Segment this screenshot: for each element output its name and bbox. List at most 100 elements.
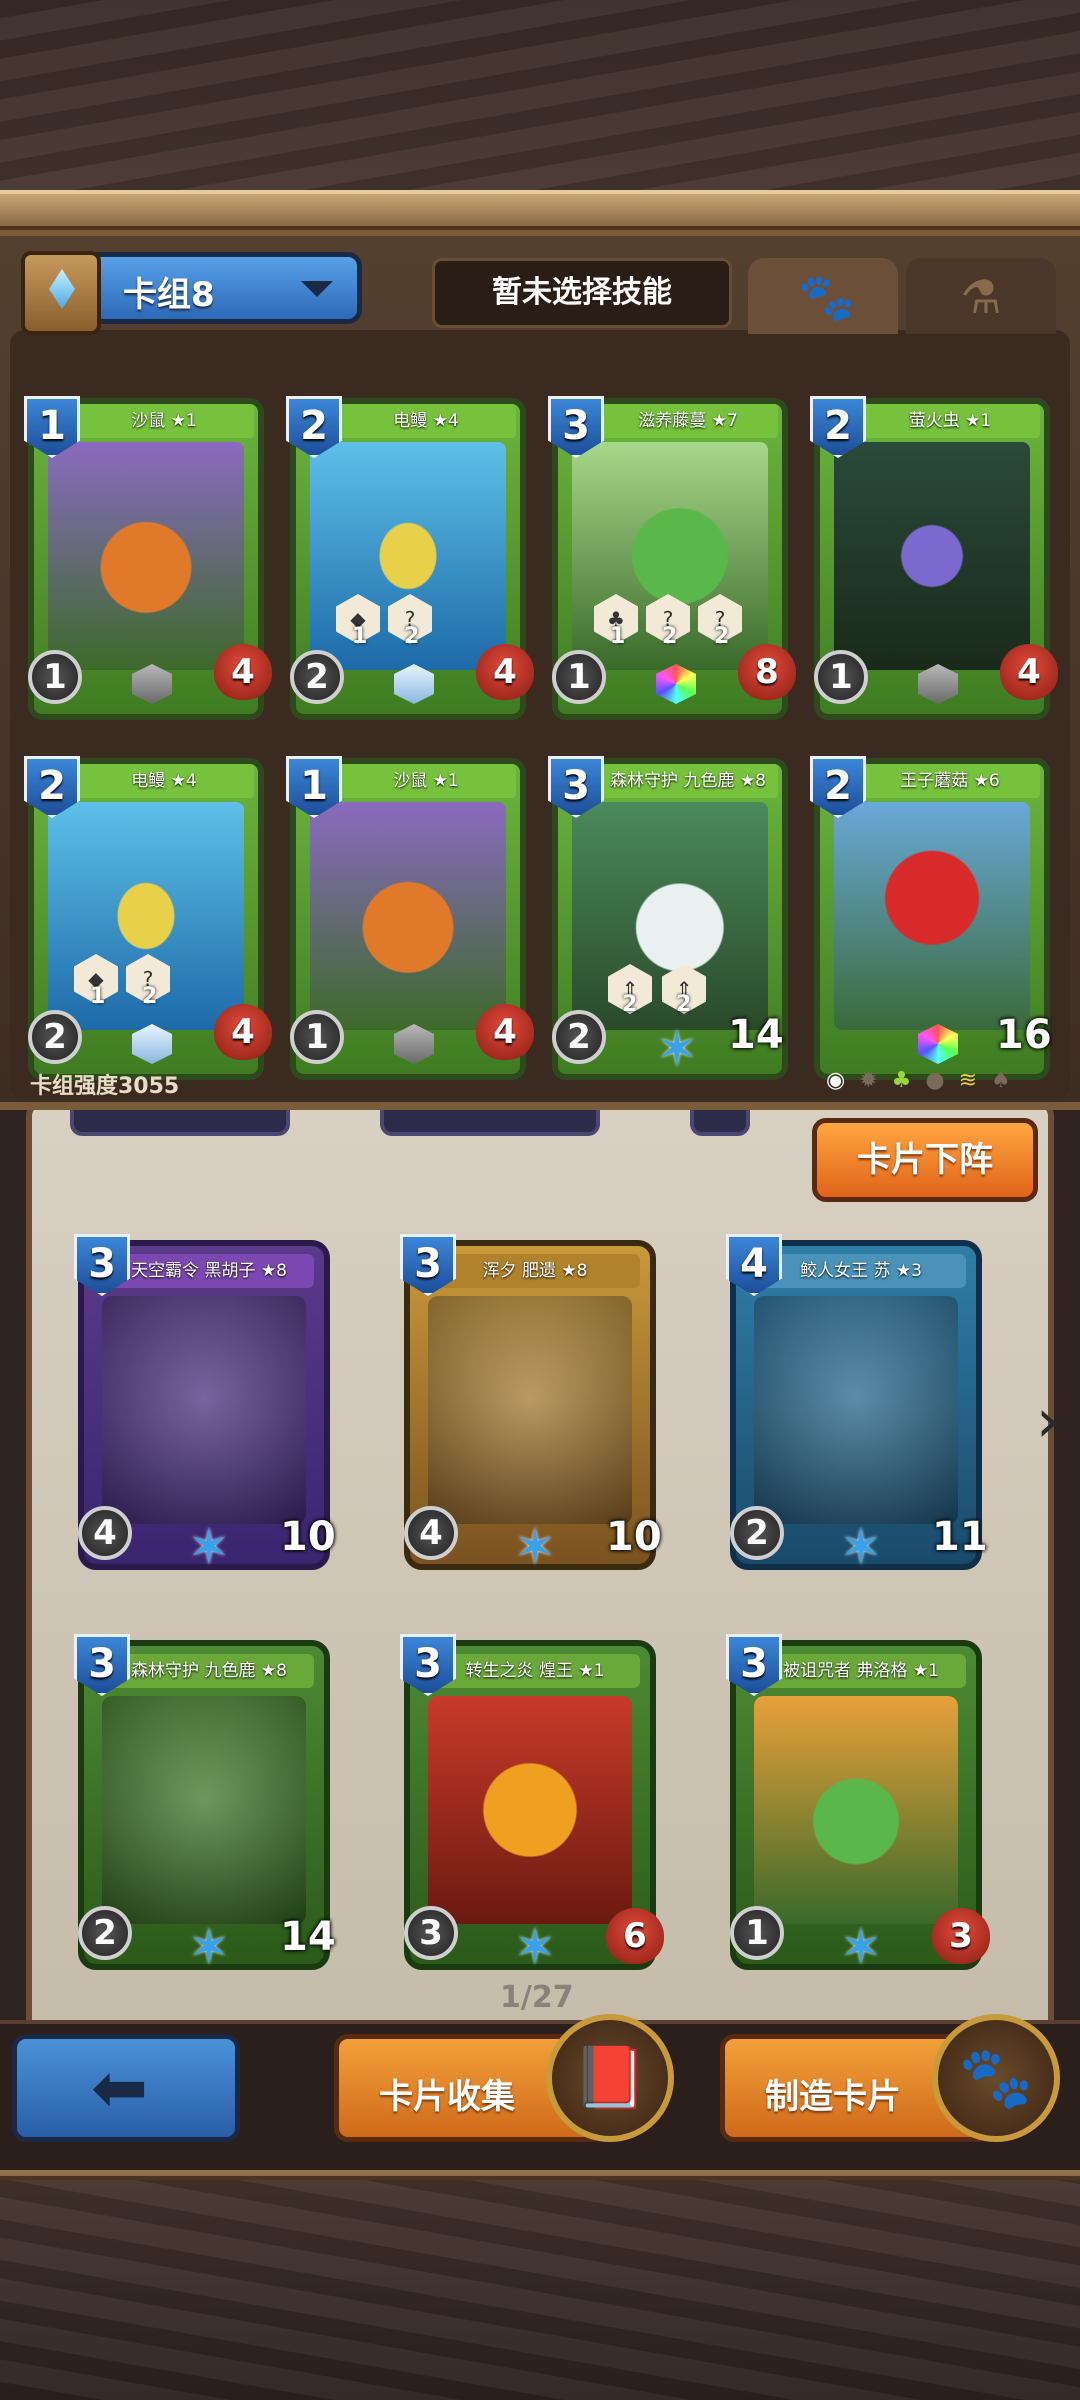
skill-count: 2 — [714, 624, 730, 649]
star-icon: ✶ — [656, 1020, 698, 1078]
card-art — [428, 1696, 632, 1924]
collection-card[interactable]: 浑夕 肥遗 ★8 3 4 ✶ 10 — [400, 1234, 662, 1572]
deck-name: 卡组8 — [123, 275, 215, 315]
card-hp: 4 — [214, 1004, 272, 1060]
card-name: 萤火虫 ★1 — [860, 404, 1040, 438]
deck-card[interactable]: 电鳗 ★4 2 ◆ 1 ? 2 2 4 — [24, 756, 272, 1080]
card-attack: 4 — [404, 1506, 458, 1560]
card-name: 森林守护 九色鹿 ★8 — [104, 1654, 314, 1688]
star-icon: ✶ — [188, 1518, 230, 1576]
card-art — [102, 1696, 306, 1924]
skill-count: 2 — [676, 992, 692, 1017]
select-skill-button[interactable]: 暂未选择技能 — [432, 258, 732, 328]
card-name: 森林守护 九色鹿 ★8 — [598, 764, 778, 798]
chevron-down-icon — [301, 281, 333, 297]
card-art — [834, 802, 1030, 1030]
card-hp: 4 — [1000, 644, 1058, 700]
filter-all-icon[interactable]: ◉ — [826, 1068, 845, 1093]
card-book-icon: 📕 — [546, 2014, 674, 2142]
card-attack: 2 — [28, 1010, 82, 1064]
top-shelf — [0, 190, 1080, 230]
next-page-arrow[interactable]: › — [1036, 1386, 1060, 1456]
skill-count: 1 — [90, 984, 106, 1009]
skill-count: 2 — [142, 984, 158, 1009]
card-art — [754, 1296, 958, 1524]
collection-card[interactable]: 鲛人女王 苏 ★3 4 2 ✶ 11 — [726, 1234, 988, 1576]
card-attack: 1 — [730, 1906, 784, 1960]
star-icon: ✶ — [188, 1918, 230, 1976]
skill-count: 1 — [610, 624, 626, 649]
rainbow-gem-icon — [656, 664, 696, 704]
card-art — [428, 1296, 632, 1524]
card-hp: 4 — [476, 1004, 534, 1060]
card-hp: 14 — [280, 1914, 336, 1960]
card-attack: 1 — [28, 650, 82, 704]
card-name: 浑夕 肥遗 ★8 — [430, 1254, 640, 1288]
card-name: 滋养藤蔓 ★7 — [598, 404, 778, 438]
paw-potion-icon: 🐾 — [932, 2014, 1060, 2142]
rainbow-gem-icon — [918, 1024, 958, 1064]
collection-card[interactable]: 天空霸令 黑胡子 ★8 3 4 ✶ 10 — [74, 1234, 336, 1576]
gray-gem-icon — [918, 664, 958, 704]
star-icon: ✶ — [840, 1518, 882, 1576]
filter-icons: ◉ ✹ ♣ ● ≋ ♠ — [826, 1068, 1011, 1093]
card-name: 天空霸令 黑胡子 ★8 — [104, 1254, 314, 1288]
card-hp: 8 — [738, 644, 796, 700]
card-art — [310, 802, 506, 1030]
deck-card[interactable]: 沙鼠 ★1 1 1 4 — [24, 396, 272, 720]
card-attack: 1 — [814, 650, 868, 704]
tab-paw[interactable]: 🐾 — [748, 258, 898, 334]
filter-plant-icon[interactable]: ♣ — [892, 1068, 912, 1093]
card-name: 电鳗 ★4 — [74, 764, 254, 798]
deck-card[interactable]: 滋养藤蔓 ★7 3 ♣ 1 ? 2 ? 2 1 8 — [548, 396, 796, 720]
back-arrow-icon: ⬅ — [91, 2049, 148, 2128]
collection-card[interactable]: 森林守护 九色鹿 ★8 3 2 ✶ 14 — [74, 1634, 336, 1976]
deck-card[interactable]: 王子蘑菇 ★6 2 16 — [810, 756, 1052, 1080]
card-art — [834, 442, 1030, 670]
tab-potion[interactable]: ⚗ — [906, 258, 1056, 334]
deck-card[interactable]: 萤火虫 ★1 2 1 4 — [810, 396, 1058, 720]
filter-fire-icon[interactable]: ♠ — [991, 1068, 1011, 1093]
card-name: 沙鼠 ★1 — [336, 764, 516, 798]
collection-card[interactable]: 被诅咒者 弗洛格 ★1 3 1 ✶ 3 — [726, 1634, 990, 1976]
card-name: 电鳗 ★4 — [336, 404, 516, 438]
card-attack: 2 — [552, 1010, 606, 1064]
card-hp: 4 — [214, 644, 272, 700]
card-hp: 6 — [606, 1908, 664, 1964]
star-icon: ✶ — [514, 1918, 556, 1976]
potion-icon: ⚗ — [960, 270, 1002, 324]
card-collection-label: 卡片收集 — [379, 2077, 515, 2117]
card-attack: 2 — [730, 1506, 784, 1560]
card-name: 被诅咒者 弗洛格 ★1 — [756, 1654, 966, 1688]
deck-card[interactable]: 沙鼠 ★1 1 1 4 — [286, 756, 534, 1080]
card-attack: 1 — [290, 1010, 344, 1064]
paw-icon: 🐾 — [798, 270, 856, 324]
card-attack: 4 — [78, 1506, 132, 1560]
filter-bug-icon[interactable]: ✹ — [859, 1068, 877, 1093]
card-attack: 1 — [552, 650, 606, 704]
skill-count: 2 — [622, 992, 638, 1017]
deck-selector[interactable]: 卡组8 — [21, 251, 362, 335]
filter-lightning-icon[interactable]: ≋ — [959, 1068, 977, 1093]
skill-count: 1 — [352, 624, 368, 649]
deck-card[interactable]: 电鳗 ★4 2 ◆ 1 ? 2 2 4 — [286, 396, 534, 720]
deck-strength: 卡组强度3055 — [30, 1074, 180, 1099]
card-name: 王子蘑菇 ★6 — [860, 764, 1040, 798]
card-name: 鲛人女王 苏 ★3 — [756, 1254, 966, 1288]
card-hp: 4 — [476, 644, 534, 700]
filter-beast-icon[interactable]: ● — [925, 1068, 944, 1093]
card-attack: 3 — [404, 1906, 458, 1960]
deck-card[interactable]: 森林守护 九色鹿 ★8 3 ⇑ 2 ⇑ 2 2 ✶ 14 — [548, 756, 788, 1080]
craft-card-label: 制造卡片 — [765, 2077, 901, 2117]
collection-card[interactable]: 转生之炎 煌王 ★1 3 3 ✶ 6 — [400, 1634, 664, 1976]
gray-gem-icon — [132, 664, 172, 704]
remove-card-button[interactable]: 卡片下阵 — [812, 1118, 1038, 1202]
card-hp: 11 — [932, 1514, 988, 1560]
book-icon — [21, 251, 101, 335]
card-hp: 14 — [728, 1012, 784, 1058]
back-button[interactable]: ⬅ — [12, 2034, 240, 2142]
skill-count: 2 — [662, 624, 678, 649]
star-icon: ✶ — [840, 1918, 882, 1976]
card-hp: 10 — [280, 1514, 336, 1560]
card-name: 沙鼠 ★1 — [74, 404, 254, 438]
